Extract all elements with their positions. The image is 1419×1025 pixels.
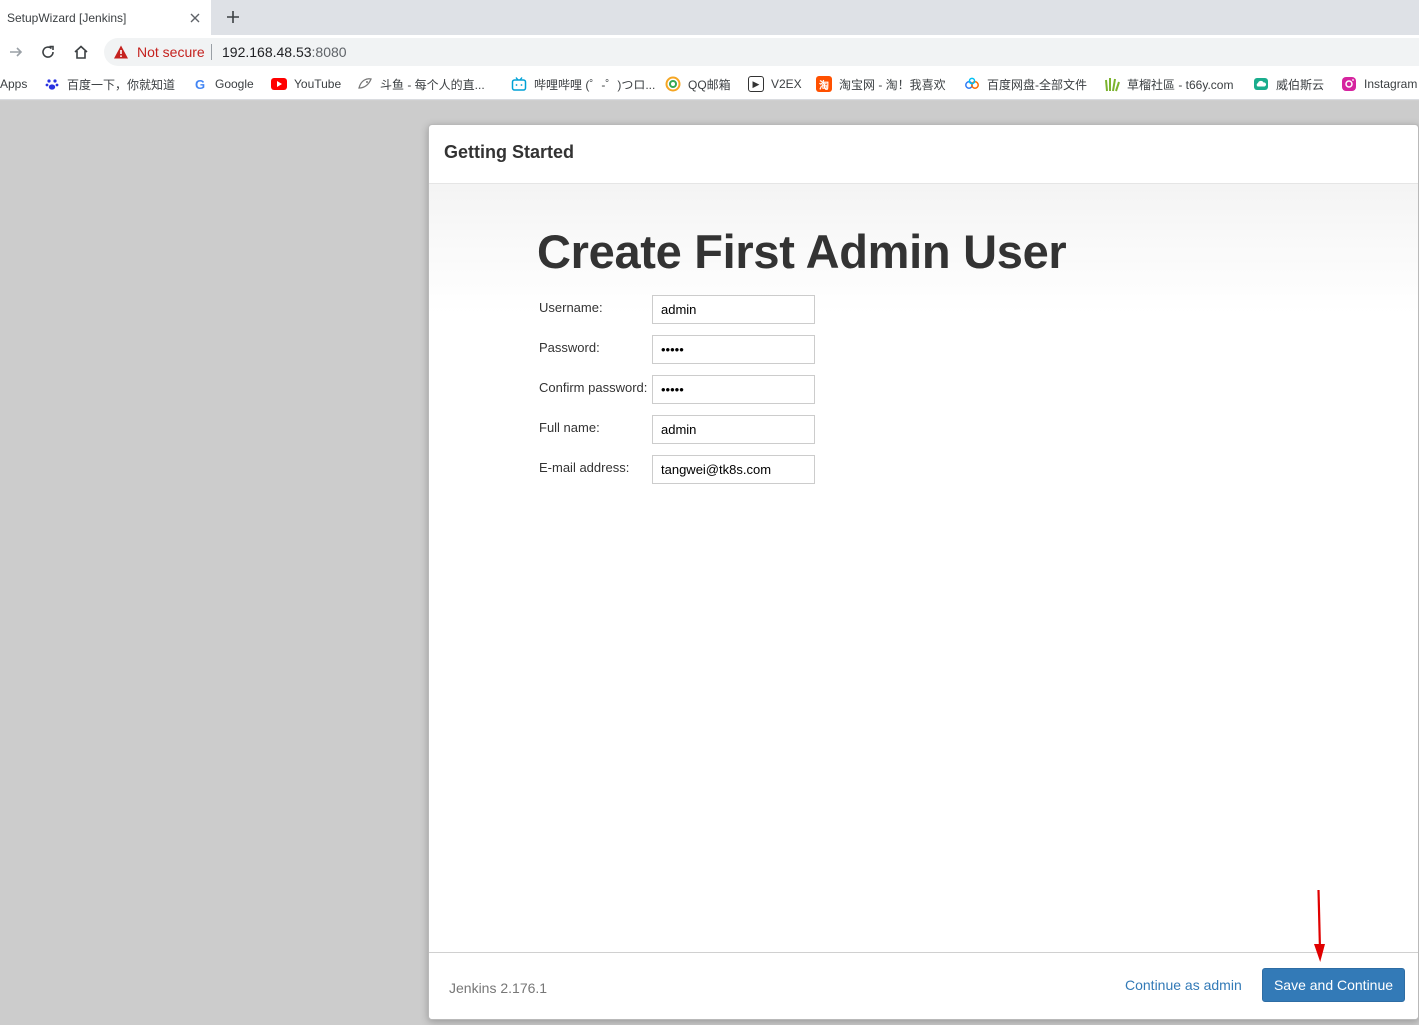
bookmark-label: 淘宝网 - 淘！我喜欢 (839, 77, 946, 92)
dialog-title: Getting Started (444, 142, 575, 162)
bilibili-tv-icon (511, 76, 527, 92)
bookmark-instagram[interactable]: Instagram (1341, 75, 1417, 93)
bookmark-apps[interactable]: Apps (0, 75, 27, 93)
tab-title: SetupWizard [Jenkins] (7, 10, 127, 25)
bookmark-bilibili[interactable]: 哔哩哔哩 (゜-゜)つロ... (511, 75, 655, 93)
bookmark-taobao[interactable]: 淘 淘宝网 - 淘！我喜欢 (816, 75, 946, 93)
full-name-label: Full name: (539, 420, 600, 435)
address-bar[interactable]: Not secure 192.168.48.53:8080 (104, 38, 1419, 66)
bookmark-label: Google (215, 77, 254, 91)
url-host: 192.168.48.53 (222, 44, 312, 60)
dialog-body: Create First Admin User Username: Passwo… (429, 184, 1418, 952)
forward-arrow-icon[interactable] (5, 41, 27, 63)
instagram-icon (1341, 76, 1357, 92)
not-secure-label[interactable]: Not secure (137, 44, 205, 60)
bookmark-douyu[interactable]: 斗鱼 - 每个人的直... (357, 75, 485, 93)
bookmark-label: 哔哩哔哩 (゜-゜)つロ... (534, 77, 656, 92)
bookmark-label: 百度一下，你就知道 (67, 77, 176, 92)
page-heading: Create First Admin User (537, 225, 1067, 278)
bookmark-label: 斗鱼 - 每个人的直... (380, 77, 485, 92)
bookmark-baidu-pan[interactable]: 百度网盘-全部文件 (964, 75, 1087, 93)
tab-close-icon[interactable] (186, 9, 204, 27)
bookmark-label: 草榴社區 - t66y.com (1127, 77, 1234, 92)
confirm-password-label: Confirm password: (539, 380, 648, 395)
bookmark-label: 百度网盘-全部文件 (987, 77, 1087, 92)
douyu-fish-icon (357, 76, 373, 92)
setup-wizard-dialog: Getting Started Create First Admin User … (428, 124, 1419, 1020)
cloud-icon (1253, 76, 1269, 92)
confirm-password-input[interactable] (652, 375, 815, 404)
browser-tab-strip: SetupWizard [Jenkins] (0, 0, 1419, 35)
qq-mail-icon (665, 76, 681, 92)
continue-as-admin-link[interactable]: Continue as admin (1125, 977, 1242, 993)
dialog-header: Getting Started (429, 125, 1418, 184)
jenkins-version: Jenkins 2.176.1 (449, 980, 548, 996)
username-input[interactable] (652, 295, 815, 324)
email-row: E-mail address: (539, 455, 839, 485)
warning-triangle-icon[interactable] (113, 44, 129, 60)
bookmark-label: V2EX (771, 77, 802, 91)
taobao-icon: 淘 (816, 76, 832, 92)
full-name-input[interactable] (652, 415, 815, 444)
bookmark-label: Instagram (1364, 77, 1418, 91)
url-text[interactable]: 192.168.48.53:8080 (222, 44, 347, 60)
full-name-row: Full name: (539, 415, 839, 445)
baidu-cloud-icon (964, 76, 980, 92)
password-input[interactable] (652, 335, 815, 364)
bookmark-youtube[interactable]: YouTube (271, 75, 341, 93)
bookmark-label: QQ邮箱 (688, 77, 731, 92)
bookmark-baidu[interactable]: 百度一下，你就知道 (44, 75, 175, 93)
dialog-footer: Jenkins 2.176.1 Continue as admin Save a… (429, 952, 1418, 1019)
reload-icon[interactable] (37, 41, 59, 63)
youtube-play-icon (271, 76, 287, 92)
bookmark-v2ex[interactable]: ▶ V2EX (748, 75, 802, 93)
username-label: Username: (539, 300, 603, 315)
email-label: E-mail address: (539, 460, 630, 475)
bookmark-t66y[interactable]: 草榴社區 - t66y.com (1104, 75, 1233, 93)
email-input[interactable] (652, 455, 815, 484)
omnibox-separator (211, 44, 212, 60)
bookmark-label: YouTube (294, 77, 342, 91)
new-tab-plus-icon[interactable] (223, 7, 243, 27)
confirm-password-row: Confirm password: (539, 375, 839, 405)
bookmark-google[interactable]: G Google (192, 75, 254, 93)
annotation-arrow-icon (1314, 889, 1325, 962)
browser-tab-active[interactable]: SetupWizard [Jenkins] (0, 0, 211, 35)
home-icon[interactable] (70, 41, 92, 63)
bookmarks-bar: Apps 百度一下，你就知道 G Google YouTube 斗鱼 - 每个人… (0, 68, 1419, 100)
save-and-continue-button[interactable]: Save and Continue (1262, 968, 1405, 1002)
bookmark-label: Apps (0, 77, 28, 91)
page-viewport: Getting Started Create First Admin User … (0, 101, 1419, 1025)
password-label: Password: (539, 340, 600, 355)
baidu-paw-icon (44, 76, 60, 92)
bookmark-weibosi-cloud[interactable]: 威伯斯云 (1253, 75, 1324, 93)
username-row: Username: (539, 295, 839, 325)
grass-icon (1104, 76, 1120, 92)
bookmark-qqmail[interactable]: QQ邮箱 (665, 75, 731, 93)
google-g-icon: G (194, 76, 206, 92)
browser-toolbar: Not secure 192.168.48.53:8080 (0, 35, 1419, 68)
v2ex-icon: ▶ (748, 76, 764, 92)
password-row: Password: (539, 335, 839, 365)
url-port: :8080 (311, 44, 347, 60)
bookmark-label: 威伯斯云 (1276, 77, 1325, 92)
